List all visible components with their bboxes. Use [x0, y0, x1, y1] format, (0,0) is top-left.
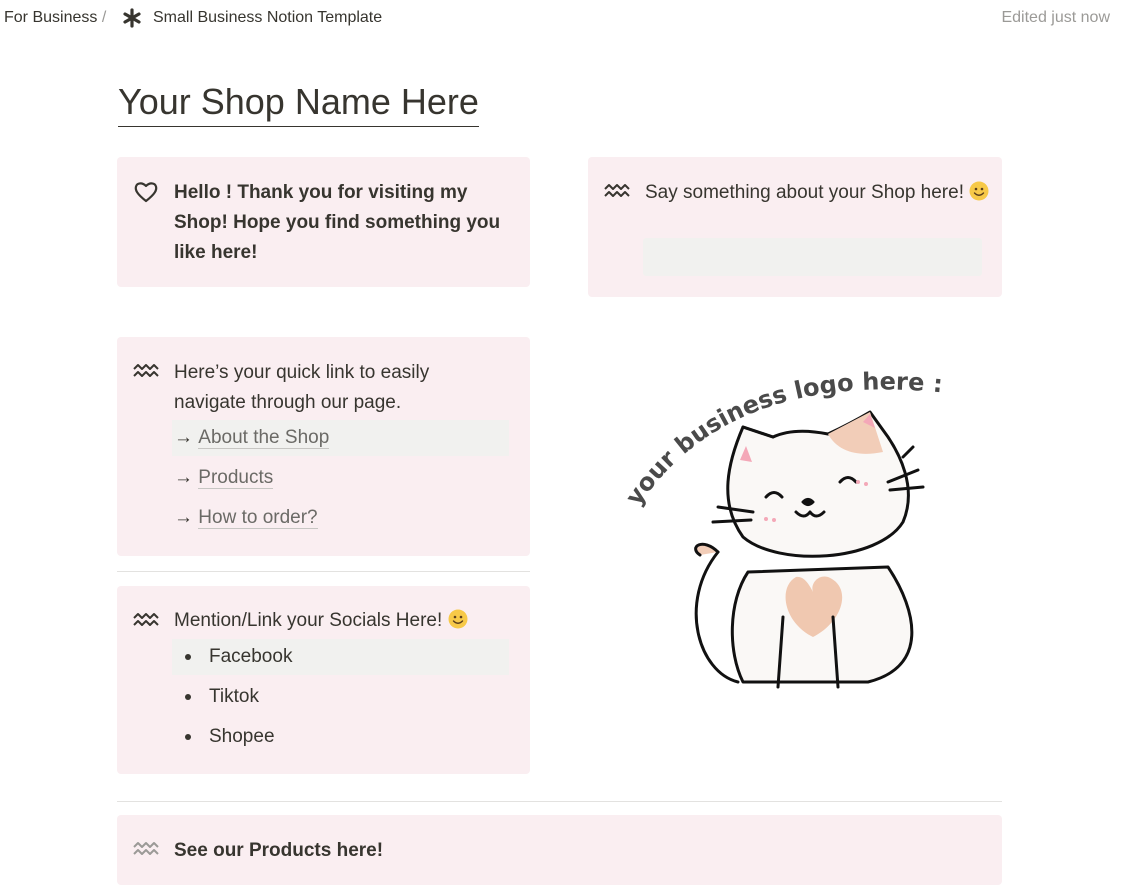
- arrow: →: [174, 427, 193, 448]
- bullet-icon: [185, 654, 191, 660]
- wave-icon[interactable]: [604, 180, 630, 206]
- logo-image[interactable]: your business logo here :): [618, 352, 958, 702]
- page-title[interactable]: Your Shop Name Here: [118, 80, 479, 127]
- arrow: →: [174, 507, 193, 528]
- social-tiktok[interactable]: Tiktok: [209, 679, 259, 715]
- wave-icon[interactable]: [133, 609, 159, 635]
- edited-status: Edited just now: [1001, 9, 1110, 26]
- wave-icon[interactable]: [133, 838, 159, 864]
- heart-icon[interactable]: [133, 179, 159, 205]
- social-shopee[interactable]: Shopee: [209, 719, 275, 755]
- asterisk-icon: [123, 8, 141, 28]
- arrow: →: [174, 467, 193, 488]
- top-bar: For Business / Small Business Notion Tem…: [0, 0, 1121, 40]
- about-text[interactable]: Say something about your Shop here!: [645, 178, 990, 208]
- link-text[interactable]: Products: [198, 467, 274, 489]
- link-text[interactable]: How to order?: [198, 507, 318, 529]
- wave-icon[interactable]: [133, 360, 159, 386]
- social-facebook[interactable]: Facebook: [209, 639, 292, 675]
- bullet-icon: [185, 734, 191, 740]
- quicklinks-callout[interactable]: Here’s your quick link to easily navigat…: [117, 337, 530, 556]
- about-callout[interactable]: Say something about your Shop here!: [588, 157, 1002, 297]
- quicklinks-intro[interactable]: Here’s your quick link to easily navigat…: [174, 358, 474, 418]
- divider: [117, 571, 530, 572]
- smile-emoji-icon: [448, 609, 468, 629]
- link-products[interactable]: → Products: [172, 460, 274, 496]
- breadcrumb-separator: /: [101, 9, 107, 26]
- list-item[interactable]: Facebook: [172, 639, 509, 675]
- greeting-callout[interactable]: Hello ! Thank you for visiting my Shop! …: [117, 157, 530, 287]
- products-text[interactable]: See our Products here!: [174, 836, 674, 866]
- breadcrumb-current[interactable]: Small Business Notion Template: [153, 9, 382, 27]
- bullet-icon: [185, 694, 191, 700]
- greeting-text[interactable]: Hello ! Thank you for visiting my Shop! …: [174, 178, 514, 268]
- link-how-to-order[interactable]: → How to order?: [172, 500, 318, 536]
- cat-illustration-icon: [694, 410, 925, 689]
- socials-heading[interactable]: Mention/Link your Socials Here!: [174, 606, 519, 636]
- empty-block[interactable]: [643, 238, 982, 276]
- smile-emoji-icon: [969, 181, 989, 201]
- socials-callout[interactable]: Mention/Link your Socials Here! Facebook…: [117, 586, 530, 774]
- link-about-the-shop[interactable]: → About the Shop: [172, 420, 509, 456]
- breadcrumb-parent[interactable]: For Business /: [4, 9, 106, 27]
- divider: [117, 801, 1002, 802]
- link-text[interactable]: About the Shop: [198, 427, 330, 449]
- products-callout[interactable]: See our Products here!: [117, 815, 1002, 885]
